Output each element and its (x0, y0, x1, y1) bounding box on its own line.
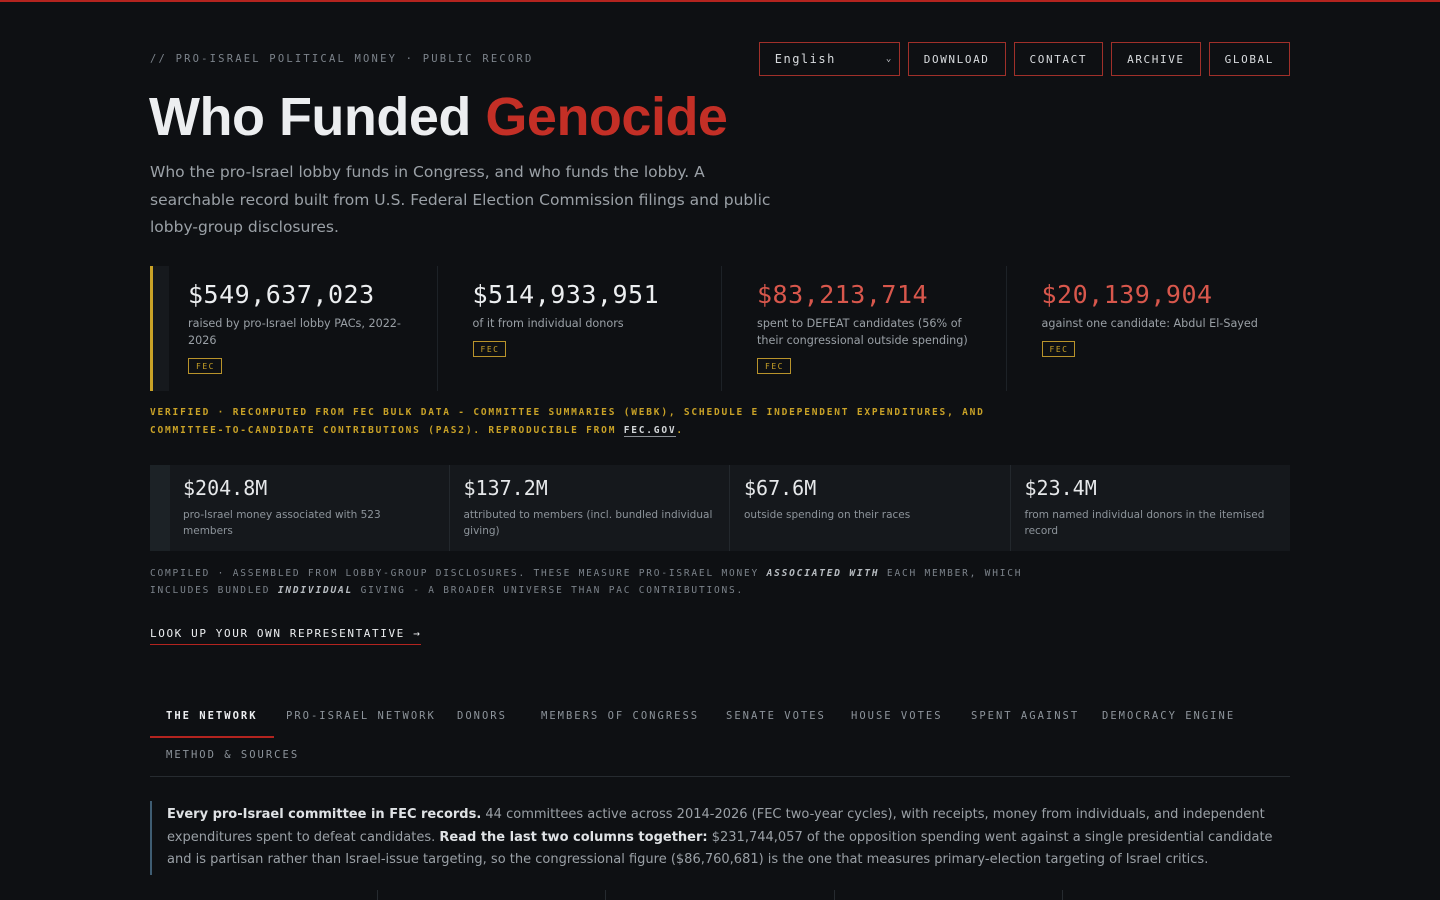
stat-value: $137.2M (463, 476, 548, 500)
verified-note: VERIFIED · RECOMPUTED FROM FEC BULK DATA… (150, 404, 1050, 440)
intro-text: Who the pro-Israel lobby funds in Congre… (150, 163, 771, 236)
compiled-note: COMPILED · ASSEMBLED FROM LOBBY-GROUP DI… (150, 565, 1050, 599)
stat-value: $204.8M (183, 476, 268, 500)
compiled-text-a: COMPILED · ASSEMBLED FROM LOBBY-GROUP DI… (150, 568, 767, 579)
stat-card: $23.4M from named individual donors in t… (1011, 465, 1291, 551)
stat-desc: spent to DEFEAT candidates (56% of their… (757, 317, 968, 347)
stat-desc: against one candidate: Abdul El-Sayed (1041, 317, 1258, 330)
stat-card: $514,933,951 of it from individual donor… (438, 266, 722, 391)
stat-value: $20,139,904 (1041, 280, 1213, 309)
stat-desc: attributed to members (incl. bundled ind… (463, 509, 713, 537)
stat-desc: raised by pro-Israel lobby PACs, 2022-20… (188, 317, 401, 347)
lookup-representative-link[interactable]: LOOK UP YOUR OWN REPRESENTATIVE → (150, 627, 422, 645)
tab-donors[interactable]: DONORS (441, 697, 523, 736)
tab-pro-israel-network[interactable]: PRO-ISRAEL NETWORK (270, 697, 452, 736)
fec-badge: FEC (757, 358, 791, 374)
stat-value: $23.4M (1024, 476, 1097, 500)
note-bold-2: Read the last two columns together: (439, 829, 708, 845)
fec-gov-link[interactable]: FEC.GOV (623, 425, 677, 437)
stat-value: $549,637,023 (188, 280, 375, 309)
chevron-down-icon: ⌄ (885, 54, 893, 64)
compiled-emphasis-2: INDIVIDUAL (277, 585, 354, 596)
tab-senate-votes[interactable]: SENATE VOTES (710, 697, 842, 736)
download-button[interactable]: DOWNLOAD (907, 42, 1006, 76)
tab-the-network[interactable]: THE NETWORK (150, 697, 274, 738)
stat-card: $20,139,904 against one candidate: Abdul… (1007, 266, 1291, 391)
note-bold-1: Every pro-Israel committee in FEC record… (167, 807, 482, 822)
archive-button[interactable]: ARCHIVE (1111, 42, 1201, 76)
stat-card: $67.6M outside spending on their races (730, 465, 1011, 551)
tab-members-of-congress[interactable]: MEMBERS OF CONGRESS (525, 697, 715, 736)
language-select[interactable]: English ⌄ (758, 42, 900, 76)
stat-card: $549,637,023 raised by pro-Israel lobby … (150, 266, 438, 391)
tab-house-votes[interactable]: HOUSE VOTES (835, 697, 959, 736)
table-top-edge (150, 890, 1290, 900)
verified-text: VERIFIED · RECOMPUTED FROM FEC BULK DATA… (150, 407, 985, 436)
compiled-stats: $204.8M pro-Israel money associated with… (150, 465, 1290, 551)
fec-badge: FEC (188, 358, 222, 374)
stat-card: $204.8M pro-Israel money associated with… (170, 465, 450, 551)
stat-desc: from named individual donors in the item… (1024, 509, 1265, 537)
page-title: Who Funded Genocide (149, 86, 728, 148)
top-accent-line (0, 0, 1440, 2)
fec-badge: FEC (472, 341, 507, 357)
compiled-text-c: GIVING - A BROADER UNIVERSE THAN PAC CON… (353, 585, 745, 596)
global-button[interactable]: GLOBAL (1208, 42, 1290, 76)
compiled-emphasis-1: ASSOCIATED WITH (766, 568, 880, 579)
network-note: Every pro-Israel committee in FEC record… (150, 801, 1290, 875)
stat-value: $67.6M (744, 476, 817, 500)
stat-desc: outside spending on their races (744, 509, 911, 521)
stat-card: $137.2M attributed to members (incl. bun… (450, 465, 730, 551)
section-tabs: THE NETWORK PRO-ISRAEL NETWORK DONORS ME… (150, 697, 1290, 777)
kicker: // PRO-ISRAEL POLITICAL MONEY · PUBLIC R… (150, 53, 534, 65)
tab-spent-against[interactable]: SPENT AGAINST (955, 697, 1095, 736)
title-main: Who Funded (149, 87, 486, 147)
verified-end: . (676, 425, 684, 436)
top-nav: English ⌄ DOWNLOAD CONTACT ARCHIVE GLOBA… (758, 42, 1290, 76)
contact-button[interactable]: CONTACT (1013, 42, 1104, 76)
tab-method-sources[interactable]: METHOD & SOURCES (150, 736, 315, 775)
stat-desc: of it from individual donors (472, 317, 624, 330)
fec-stats: $549,637,023 raised by pro-Israel lobby … (150, 266, 1290, 391)
title-accent: Genocide (485, 87, 728, 147)
fec-badge: FEC (1041, 341, 1076, 357)
stat-value: $514,933,951 (472, 280, 660, 309)
stat-desc: pro-Israel money associated with 523 mem… (183, 509, 381, 537)
stat-card: $83,213,714 spent to DEFEAT candidates (… (722, 266, 1007, 391)
tab-democracy-engine[interactable]: DEMOCRACY ENGINE (1086, 697, 1251, 736)
language-value: English (774, 52, 836, 66)
stat-value: $83,213,714 (757, 280, 929, 309)
